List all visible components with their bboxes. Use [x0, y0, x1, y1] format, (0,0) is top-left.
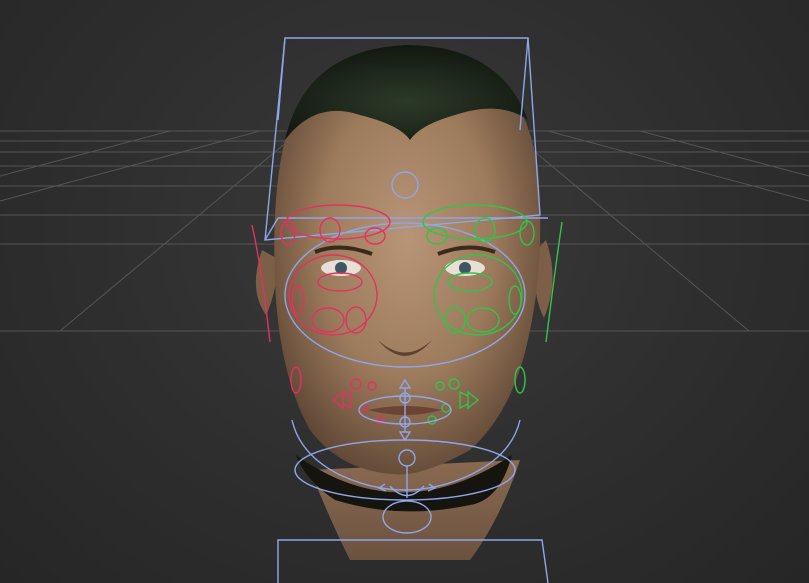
head-model[interactable]: [255, 45, 553, 560]
viewport-canvas[interactable]: [0, 0, 809, 583]
3d-viewport[interactable]: [0, 0, 809, 583]
left-iris: [459, 262, 471, 274]
right-iris: [335, 262, 347, 274]
